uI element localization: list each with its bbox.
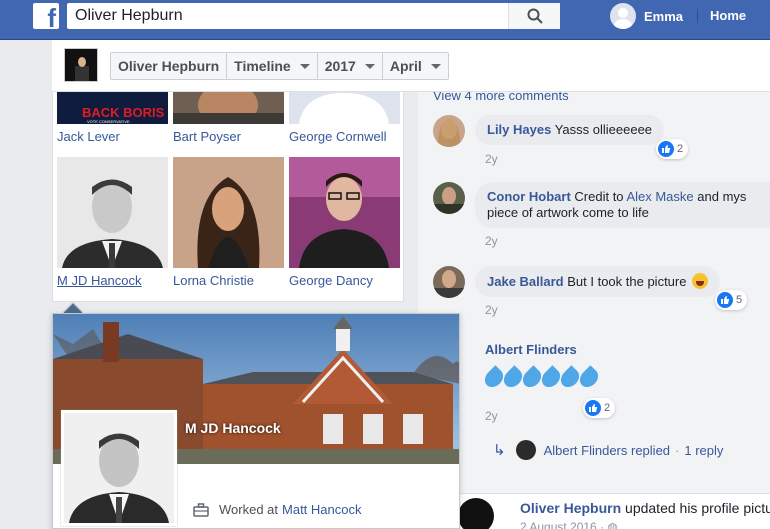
chevron-down-icon: [430, 63, 441, 69]
hovercard-profile-picture[interactable]: [61, 410, 177, 526]
comment-bubble: Lily Hayes Yasss ollieeeeee: [475, 115, 665, 145]
friend-photo[interactable]: [57, 157, 168, 268]
friend-tile[interactable]: George Cornwell: [289, 92, 400, 144]
friend-tile[interactable]: M JD Hancock: [57, 157, 168, 288]
post-headline: Oliver Hepburn updated his profile pictu…: [520, 500, 770, 516]
laughing-emoji-icon: [692, 273, 709, 289]
avatar: [515, 440, 536, 460]
comment-author[interactable]: Lily Hayes: [487, 122, 551, 137]
comment-bubble: Conor Hobart Credit to Alex Maske and my…: [475, 182, 770, 228]
tile-poster-subtitle: VOTE CONSERVATIVE: [87, 119, 130, 124]
friend-name[interactable]: M JD Hancock: [57, 273, 168, 288]
avatar[interactable]: [433, 182, 465, 214]
mention-link[interactable]: Alex Maske: [626, 189, 693, 204]
friend-tile[interactable]: BACK BORIS VOTE CONSERVATIVE Jack Lever: [57, 92, 168, 144]
comment-time[interactable]: 2y: [485, 409, 498, 423]
profile-hovercard: M JD Hancock Worked at Matt Hancock: [52, 313, 460, 529]
year-dropdown[interactable]: 2017: [318, 53, 383, 79]
timeline-dropdown[interactable]: Timeline: [227, 53, 318, 79]
timeline-header: Oliver Hepburn Timeline 2017 April: [52, 40, 770, 92]
chevron-down-icon: [364, 63, 375, 69]
search-icon: [527, 8, 543, 24]
droplet-icon: [576, 365, 602, 391]
comment-text: Yasss ollieeeeee: [554, 122, 653, 137]
friend-photo[interactable]: [289, 92, 400, 124]
friend-photo[interactable]: [289, 157, 400, 268]
comment-time[interactable]: 2y: [485, 303, 498, 317]
separator-dot: ·: [675, 442, 680, 458]
work-info: Worked at Matt Hancock: [193, 502, 362, 517]
work-prefix: Worked at: [219, 502, 279, 517]
friend-name[interactable]: George Cornwell: [289, 129, 400, 144]
month-dropdown[interactable]: April: [383, 53, 448, 79]
profile-name: Emma: [644, 8, 684, 24]
comment-bubble: Jake Ballard But I took the picture: [475, 266, 721, 297]
divider: [697, 9, 698, 23]
timeline-post: Oliver Hepburn updated his profile pictu…: [452, 493, 770, 529]
reaction-count[interactable]: 5: [715, 290, 748, 310]
timeline-selectors: Oliver Hepburn Timeline 2017 April: [110, 52, 449, 80]
friend-photo[interactable]: [173, 92, 284, 124]
comment-author[interactable]: Jake Ballard: [487, 274, 564, 289]
work-link[interactable]: Matt Hancock: [282, 502, 361, 517]
friend-photo[interactable]: BACK BORIS VOTE CONSERVATIVE: [57, 92, 168, 124]
avatar[interactable]: [458, 498, 494, 529]
hovercard-name[interactable]: M JD Hancock: [185, 420, 281, 436]
reaction-count[interactable]: 2: [656, 139, 689, 159]
comment-text: and mys: [697, 189, 747, 204]
comment-author[interactable]: Albert Flinders: [485, 342, 577, 357]
like-icon: [658, 141, 674, 157]
chevron-down-icon: [299, 63, 310, 69]
globe-icon: · ◍: [600, 520, 618, 529]
friend-tile[interactable]: George Dancy: [289, 157, 400, 288]
reply-arrow-icon: ↳: [493, 442, 506, 459]
facebook-logo-icon[interactable]: f: [33, 3, 59, 31]
comment-time[interactable]: 2y: [485, 234, 498, 248]
search-button[interactable]: [508, 3, 560, 29]
comment-text: piece of artwork come to life: [487, 205, 649, 220]
post-author[interactable]: Oliver Hepburn: [520, 500, 621, 516]
search-box: [67, 3, 560, 29]
comment-author[interactable]: Conor Hobart: [487, 189, 571, 204]
like-icon: [585, 400, 601, 416]
friends-grid: BACK BORIS VOTE CONSERVATIVE Jack Lever …: [52, 92, 404, 302]
friend-tile[interactable]: Lorna Christie: [173, 157, 284, 288]
friend-name[interactable]: Lorna Christie: [173, 273, 284, 288]
comment-text: Credit to: [574, 189, 624, 204]
top-navigation-bar: f Emma Home: [0, 0, 770, 40]
tile-poster-title: BACK BORIS: [82, 105, 165, 120]
profile-thumbnail[interactable]: [64, 48, 98, 82]
friend-tile[interactable]: Bart Poyser: [173, 92, 284, 144]
comments-section: View 4 more comments Lily Hayes Yasss ol…: [418, 92, 770, 529]
profile-link[interactable]: Emma: [610, 3, 683, 29]
avatar[interactable]: [433, 115, 465, 147]
friend-name[interactable]: Jack Lever: [57, 129, 168, 144]
briefcase-icon: [193, 502, 209, 517]
avatar[interactable]: [433, 266, 465, 298]
post-date[interactable]: 2 August 2016 · ◍: [520, 520, 618, 529]
comment-time[interactable]: 2y: [485, 152, 498, 166]
like-icon: [717, 292, 733, 308]
search-input[interactable]: [67, 3, 508, 29]
reaction-count[interactable]: 2: [583, 398, 616, 418]
profile-name-selector[interactable]: Oliver Hepburn: [111, 53, 228, 79]
friend-name[interactable]: George Dancy: [289, 273, 400, 288]
reply-count[interactable]: 1 reply: [684, 443, 723, 458]
home-link[interactable]: Home: [710, 8, 746, 23]
sweat-droplets-emoji: [481, 364, 602, 391]
comment-text: But I took the picture: [567, 274, 687, 289]
replied-text[interactable]: Albert Flinders replied: [544, 443, 670, 458]
replies-link[interactable]: ↳ Albert Flinders replied · 1 reply: [493, 440, 723, 460]
friend-photo[interactable]: [173, 157, 284, 268]
view-more-comments-link[interactable]: View 4 more comments: [433, 92, 569, 103]
post-action: updated his profile pictur: [625, 500, 770, 516]
avatar: [610, 3, 636, 29]
friend-name[interactable]: Bart Poyser: [173, 129, 284, 144]
